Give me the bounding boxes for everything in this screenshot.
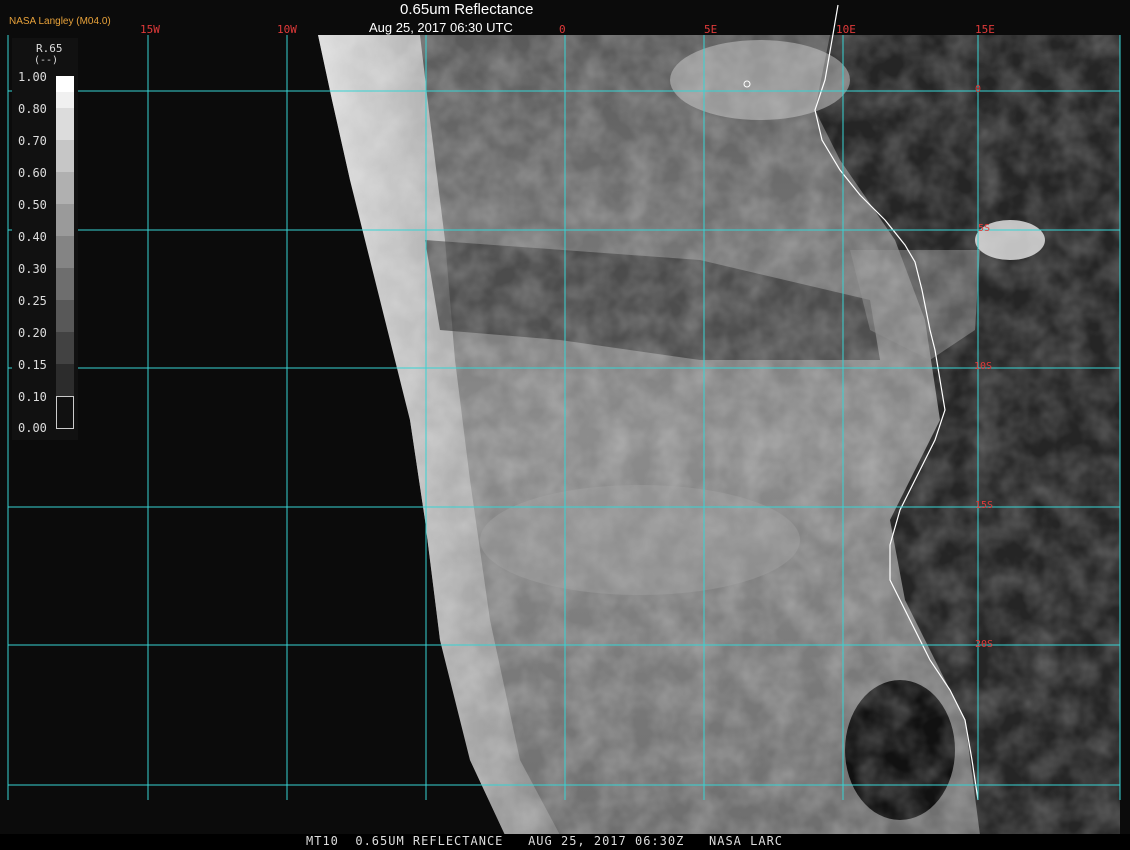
legend-swatch: [56, 396, 74, 429]
legend-swatch: [56, 92, 74, 108]
legend-tick: 0.30: [18, 262, 47, 276]
legend-swatch: [56, 300, 74, 332]
cloud-patch: [670, 40, 850, 120]
lat-label: 20S: [975, 639, 994, 650]
lon-label: 15E: [975, 23, 995, 36]
image-title: 0.65um Reflectance: [400, 1, 534, 18]
lon-label: 0: [559, 23, 566, 36]
legend-swatch: [56, 364, 74, 396]
legend-tick: 0.25: [18, 294, 47, 308]
legend-tick: 0.60: [18, 166, 47, 180]
legend-tick: 0.20: [18, 326, 47, 340]
image-datetime: Aug 25, 2017 06:30 UTC: [369, 20, 513, 35]
lon-label: 15W: [140, 23, 160, 36]
legend-tick: 0.40: [18, 230, 47, 244]
cloud-patch: [480, 485, 800, 595]
satellite-map: [0, 0, 1130, 850]
legend-swatch: [56, 236, 74, 268]
satellite-image-viewer: 0.65um Reflectance Aug 25, 2017 06:30 UT…: [0, 0, 1130, 850]
footer-caption: MT10 0.65UM REFLECTANCE AUG 25, 2017 06:…: [306, 834, 784, 848]
legend-tick: 0.80: [18, 102, 47, 116]
legend-tick: 0.70: [18, 134, 47, 148]
lat-label: 0: [975, 84, 982, 95]
lat-label: 5S: [978, 223, 991, 234]
legend-tick: 0.00: [18, 421, 47, 435]
legend-title: R.65: [36, 42, 63, 55]
legend-tick: 0.15: [18, 358, 47, 372]
lat-label: 15S: [975, 500, 994, 511]
legend-swatch: [56, 172, 74, 204]
lat-label: 10S: [974, 361, 993, 372]
agency-label: NASA Langley (M04.0): [9, 16, 111, 27]
legend-swatch: [56, 204, 74, 236]
lon-label: 10E: [836, 23, 856, 36]
legend-unit: (--): [34, 55, 59, 66]
lon-label: 5E: [704, 23, 718, 36]
legend-tick: 1.00: [18, 70, 47, 84]
lon-label: 10W: [277, 23, 297, 36]
legend-swatch: [56, 268, 74, 300]
color-legend: R.65 (--) 1.00 0.80 0.70 0.60 0.50 0.40 …: [12, 38, 78, 440]
legend-tick: 0.50: [18, 198, 47, 212]
legend-swatch: [56, 76, 74, 92]
legend-tick: 0.10: [18, 390, 47, 404]
legend-swatch: [56, 108, 74, 140]
legend-swatch: [56, 140, 74, 172]
legend-swatch: [56, 332, 74, 364]
